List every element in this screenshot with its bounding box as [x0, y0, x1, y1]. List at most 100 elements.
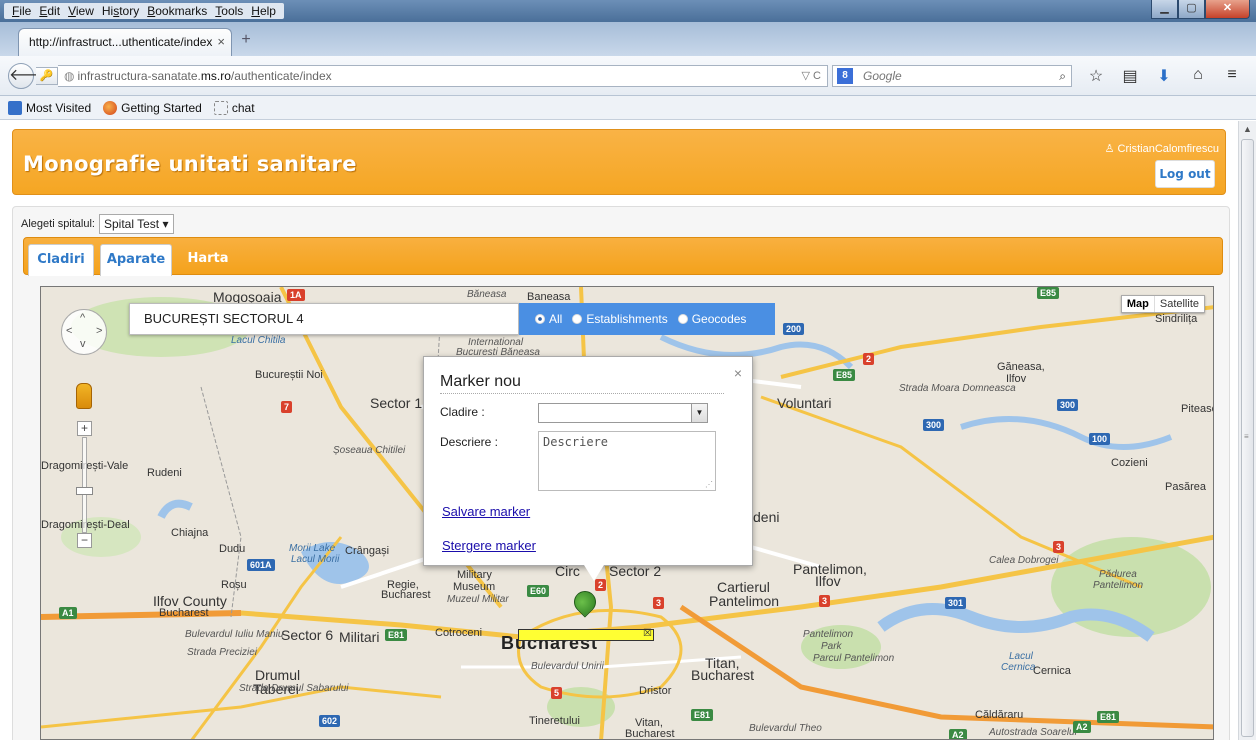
descriere-textarea[interactable]: Descriere ⋰ [538, 431, 716, 491]
menu-item[interactable]: Tools [211, 3, 247, 19]
save-marker-link[interactable]: Salvare marker [442, 504, 530, 519]
zoom-out-button[interactable]: − [77, 533, 92, 548]
map-place-label: Strada Moara Domneasca [899, 383, 1016, 394]
most-visited-icon [8, 100, 22, 115]
home-icon[interactable]: ⌂ [1188, 66, 1208, 86]
road-shield: 3 [653, 597, 665, 609]
scroll-up-arrow[interactable]: ▲ [1239, 121, 1256, 137]
chevron-down-icon[interactable]: ▼ [691, 404, 707, 422]
road-shield: A1 [59, 607, 77, 619]
bookmark-star-icon[interactable]: ☆ [1086, 66, 1106, 86]
tab-cladiri[interactable]: Cladiri [28, 244, 94, 276]
maximize-button[interactable]: ▢ [1178, 0, 1205, 19]
bookmark-chat[interactable]: chat [213, 100, 255, 115]
downloads-icon[interactable]: ⬇ [1154, 66, 1174, 86]
page-scrollbar[interactable]: ▲ ≡ [1238, 121, 1256, 740]
tab-close-icon[interactable]: × [217, 29, 225, 55]
map-place-label: Ilfov [815, 573, 841, 589]
map-place-label: Cozieni [1111, 457, 1148, 469]
bookmarks-menu-icon[interactable]: ▤ [1120, 66, 1140, 86]
map-place-label: Park [821, 641, 842, 652]
hospital-select[interactable]: Spital Test ▾ [99, 214, 174, 234]
zoom-slider-thumb[interactable] [76, 487, 93, 495]
map-place-label: Bulevardul Iuliu Maniu [185, 629, 284, 640]
section-tabs: Cladiri Aparate Harta [23, 237, 1223, 276]
filter-label: Establishments [586, 312, 668, 326]
map-place-label: Strada Drumul Sabarului [239, 683, 349, 694]
bookmark-getting-started[interactable]: Getting Started [103, 100, 202, 115]
filter-geocodes[interactable]: Geocodes [677, 312, 746, 326]
map-place-label: Lacul Chitila [231, 335, 286, 346]
map-place-label: Cernica [1033, 665, 1071, 677]
pan-control[interactable]: ^ < > v [61, 309, 107, 355]
scrollbar-thumb[interactable]: ≡ [1241, 139, 1254, 737]
google-map[interactable]: Mogoșoaia Băneasa Baneasa International Bucu… [40, 286, 1214, 740]
site-identity-icon[interactable]: 🔑 [36, 67, 58, 85]
highlight-box[interactable]: ☒ [518, 628, 654, 641]
map-place-label: Dudu [219, 543, 246, 555]
filter-all[interactable]: All [535, 312, 562, 326]
search-icon[interactable]: ⌕ [1059, 66, 1066, 86]
pan-left-icon[interactable]: < [66, 325, 72, 337]
close-window-button[interactable]: ✕ [1205, 0, 1250, 19]
map-type-control: Map Satellite [1120, 295, 1205, 313]
map-place-label: Bucharest [159, 607, 209, 619]
zoom-in-button[interactable]: + [77, 421, 92, 436]
resize-grip-icon[interactable]: ⋰ [705, 480, 713, 489]
menu-item[interactable]: History [98, 3, 143, 19]
hospital-label: Alegeti spitalul: [21, 218, 95, 230]
new-tab-button[interactable]: + [236, 30, 256, 50]
menu-icon[interactable]: ≡ [1222, 66, 1242, 86]
road-shield: 3 [819, 595, 831, 607]
menu-item[interactable]: File [8, 3, 35, 19]
map-place-label: Chiajna [171, 527, 209, 539]
search-engine-icon[interactable]: 8 [837, 68, 853, 84]
tab-aparate[interactable]: Aparate [100, 244, 172, 276]
pan-right-icon[interactable]: > [96, 325, 102, 337]
map-place-label: Morii Lake [289, 543, 336, 554]
map-place-label: Sector 6 [281, 627, 334, 643]
place-type-filter: All Establishments Geocodes [519, 303, 775, 335]
close-icon[interactable]: ☒ [643, 628, 652, 639]
tab-harta[interactable]: Harta [178, 244, 238, 276]
browser-tab-active[interactable]: http://infrastruct...uthenticate/index × [18, 28, 232, 56]
search-input[interactable]: 8 Google ⌕ [832, 65, 1072, 87]
map-place-label: Căldăraru [975, 709, 1024, 721]
cladire-select[interactable]: ▼ [538, 403, 708, 423]
back-button[interactable]: 🡐 [8, 63, 52, 89]
filter-establishments[interactable]: Establishments [572, 312, 668, 326]
pan-down-icon[interactable]: v [80, 338, 86, 350]
map-type-map[interactable]: Map [1122, 296, 1154, 312]
site-header: Monografie unitati sanitare ♙ CristianCa… [12, 129, 1226, 195]
zoom-slider-track[interactable] [82, 437, 87, 533]
menu-item[interactable]: View [64, 3, 98, 19]
map-place-label: Strada Preciziei [187, 647, 258, 658]
map-place-label: Autostrada Soarelui [989, 727, 1077, 738]
logout-button[interactable]: Log out [1155, 160, 1215, 188]
menu-item[interactable]: Bookmarks [143, 3, 211, 19]
delete-marker-link[interactable]: Stergere marker [442, 538, 536, 553]
browser-tab-title: http://infrastruct...uthenticate/index [29, 35, 213, 49]
reload-icon[interactable]: ▽ C [802, 66, 821, 86]
road-shield: E81 [385, 629, 408, 641]
place-search-input[interactable]: BUCUREȘTI SECTORUL 4 [129, 303, 519, 335]
url-bar[interactable]: ◍ infrastructura-sanatate.ms.ro/authentic… [58, 65, 828, 87]
user-name[interactable]: ♙ CristianCalomfirescu [1105, 142, 1219, 155]
street-view-pegman-icon[interactable] [76, 383, 92, 409]
cladire-label: Cladire : [440, 405, 485, 419]
road-shield: E81 [1097, 711, 1120, 723]
minimize-button[interactable]: ▁ [1151, 0, 1178, 19]
map-place-label: Bucharest [691, 667, 755, 683]
menu-item[interactable]: Help [247, 3, 280, 19]
bookmark-label: Most Visited [26, 100, 92, 115]
map-place-label: Bucureștii Noi [255, 369, 323, 381]
road-shield: 300 [923, 419, 945, 431]
bookmark-most-visited[interactable]: Most Visited [8, 100, 92, 115]
map-place-label: Lacul Morii [291, 554, 340, 565]
map-place-label: Crângași [345, 545, 390, 557]
info-close-icon[interactable]: × [734, 365, 742, 381]
map-place-label: Pădurea [1099, 569, 1137, 580]
menu-item[interactable]: Edit [35, 3, 64, 19]
map-type-satellite[interactable]: Satellite [1153, 296, 1204, 312]
pan-up-icon[interactable]: ^ [80, 312, 85, 324]
